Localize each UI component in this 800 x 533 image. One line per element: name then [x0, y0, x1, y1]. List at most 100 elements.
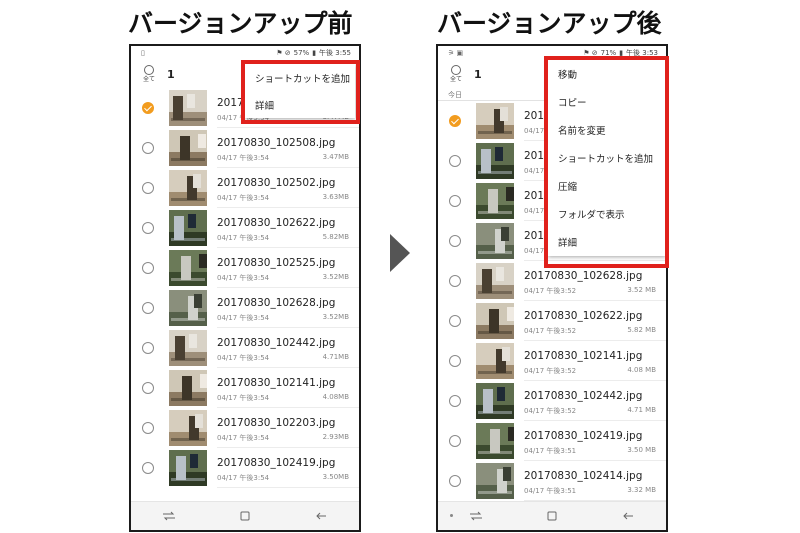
- select-all-toggle[interactable]: 全て: [448, 65, 464, 83]
- file-name: 20170830_102525.jpg: [217, 257, 336, 269]
- checkbox-icon[interactable]: [449, 395, 461, 407]
- file-row[interactable]: 20170830_102502.jpg 04/17 午後3:54 3.63MB: [131, 168, 359, 208]
- photo-thumbnail: [476, 183, 514, 219]
- file-row[interactable]: 20170830_102622.jpg 04/17 午後3:52 5.82 MB: [438, 301, 666, 341]
- checkbox-icon[interactable]: [449, 155, 461, 167]
- menu-item[interactable]: 詳細: [245, 91, 355, 118]
- file-date: 04/17 午後3:54: [217, 194, 270, 202]
- checkbox-checked-icon[interactable]: [142, 102, 154, 114]
- file-row[interactable]: 20170830_102628.jpg 04/17 午後3:52 3.52 MB: [438, 261, 666, 301]
- back-icon[interactable]: [618, 509, 638, 523]
- checkbox-icon[interactable]: [449, 275, 461, 287]
- file-name: 20170830_102628.jpg: [217, 297, 336, 309]
- checkbox-icon[interactable]: [142, 462, 154, 474]
- home-icon[interactable]: [235, 509, 255, 523]
- file-date: 04/17 午後3:51: [524, 447, 577, 455]
- menu-item[interactable]: ショートカットを追加: [245, 64, 355, 91]
- recent-apps-icon[interactable]: [466, 509, 486, 523]
- file-size: 4.08 MB: [627, 366, 656, 374]
- photo-thumbnail: [476, 103, 514, 139]
- file-row[interactable]: 20170830_102419.jpg 04/17 午後3:54 3.50MB: [131, 448, 359, 488]
- select-all-circle-icon: [451, 65, 461, 75]
- photo-thumbnail: [169, 330, 207, 366]
- checkbox-icon[interactable]: [142, 302, 154, 314]
- photo-thumbnail: [169, 130, 207, 166]
- photo-thumbnail: [476, 383, 514, 419]
- checkbox-icon[interactable]: [449, 475, 461, 487]
- checkbox-icon[interactable]: [449, 355, 461, 367]
- back-icon[interactable]: [311, 509, 331, 523]
- file-name: 20170830_102141.jpg: [524, 350, 643, 362]
- menu-item[interactable]: コピー: [548, 88, 666, 116]
- right-arrow-icon: [390, 234, 410, 272]
- file-row[interactable]: 20170830_102525.jpg 04/17 午後3:54 3.52MB: [131, 248, 359, 288]
- file-row[interactable]: 20170830_102141.jpg 04/17 午後3:52 4.08 MB: [438, 341, 666, 381]
- file-row[interactable]: 20170830_102508.jpg 04/17 午後3:54 3.47MB: [131, 128, 359, 168]
- context-menu: 移動 コピー 名前を変更 ショートカットを追加 圧縮 フォルダで表示 詳細: [548, 60, 666, 256]
- file-size: 3.32 MB: [627, 486, 656, 494]
- file-row[interactable]: 20170830_102203.jpg 04/17 午後3:54 2.93MB: [131, 408, 359, 448]
- photo-thumbnail: [169, 290, 207, 326]
- file-list: 20170830_102637.jpg04/17 午後3:543.47MB201…: [131, 88, 359, 488]
- file-size: 2.93MB: [322, 433, 349, 441]
- navigation-bar: [438, 501, 666, 530]
- file-date: 04/17 午後3:52: [524, 407, 577, 415]
- file-size: 3.47MB: [322, 153, 349, 161]
- menu-item[interactable]: 名前を変更: [548, 116, 666, 144]
- battery-icon: ▮: [312, 49, 317, 57]
- file-date: 04/17 午後3:54: [217, 314, 270, 322]
- checkbox-icon[interactable]: [142, 142, 154, 154]
- checkbox-icon[interactable]: [449, 315, 461, 327]
- file-name: 20170830_102141.jpg: [217, 377, 336, 389]
- file-row[interactable]: 20170830_102141.jpg 04/17 午後3:54 4.08MB: [131, 368, 359, 408]
- menu-item[interactable]: 圧縮: [548, 172, 666, 200]
- photo-thumbnail: [169, 250, 207, 286]
- file-name: 20170830_102419.jpg: [217, 457, 336, 469]
- file-row[interactable]: 20170830_102442.jpg 04/17 午後3:54 4.71MB: [131, 328, 359, 368]
- file-name: 20170830_102203.jpg: [217, 417, 336, 429]
- menu-item[interactable]: 詳細: [548, 228, 666, 256]
- file-size: 3.50MB: [322, 473, 349, 481]
- checkbox-icon[interactable]: [142, 382, 154, 394]
- file-size: 4.71MB: [322, 353, 349, 361]
- recent-apps-icon[interactable]: [159, 509, 179, 523]
- menu-item[interactable]: 移動: [548, 60, 666, 88]
- file-size: 3.52MB: [322, 273, 349, 281]
- file-row[interactable]: 20170830_102442.jpg 04/17 午後3:52 4.71 MB: [438, 381, 666, 421]
- status-bar: ▯ ⚑ ⊘ 57% ▮ 午後 3:55: [131, 46, 359, 60]
- checkbox-icon[interactable]: [142, 422, 154, 434]
- file-row[interactable]: 20170830_102419.jpg 04/17 午後3:51 3.50 MB: [438, 421, 666, 461]
- photo-thumbnail: [169, 370, 207, 406]
- select-all-label: 全て: [142, 76, 155, 83]
- checkbox-icon[interactable]: [142, 222, 154, 234]
- file-row[interactable]: 20170830_102414.jpg 04/17 午後3:51 3.32 MB: [438, 461, 666, 501]
- file-date: 04/17 午後3:54: [217, 154, 270, 162]
- checkbox-checked-icon[interactable]: [449, 115, 461, 127]
- select-all-toggle[interactable]: 全て: [141, 65, 157, 83]
- checkbox-icon[interactable]: [449, 235, 461, 247]
- checkbox-icon[interactable]: [449, 435, 461, 447]
- status-icons: ⚑ ⊘: [276, 49, 291, 57]
- phone-after: ⚞ ▣ ⚑ ⊘ 71% ▮ 午後 3:53 全て 1 今日 20170830_1…: [436, 44, 668, 532]
- file-date: 04/17 午後3:54: [217, 354, 270, 362]
- menu-item[interactable]: ショートカットを追加: [548, 144, 666, 172]
- status-icons: ⚑ ⊘: [583, 49, 598, 57]
- file-size: 3.52MB: [322, 313, 349, 321]
- selected-count: 1: [167, 67, 175, 81]
- file-date: 04/17 午後3:51: [524, 487, 577, 495]
- photo-thumbnail: [476, 463, 514, 499]
- home-icon[interactable]: [542, 509, 562, 523]
- file-name: 20170830_102508.jpg: [217, 137, 336, 149]
- checkbox-icon[interactable]: [449, 195, 461, 207]
- file-date: 04/17 午後3:52: [524, 287, 577, 295]
- checkbox-icon[interactable]: [142, 182, 154, 194]
- battery-level: 57%: [293, 49, 310, 57]
- file-row[interactable]: 20170830_102622.jpg 04/17 午後3:54 5.82MB: [131, 208, 359, 248]
- file-size: 5.82MB: [322, 233, 349, 241]
- checkbox-icon[interactable]: [142, 262, 154, 274]
- clock: 午後 3:53: [626, 49, 658, 57]
- photo-thumbnail: [476, 423, 514, 459]
- checkbox-icon[interactable]: [142, 342, 154, 354]
- menu-item[interactable]: フォルダで表示: [548, 200, 666, 228]
- file-row[interactable]: 20170830_102628.jpg 04/17 午後3:54 3.52MB: [131, 288, 359, 328]
